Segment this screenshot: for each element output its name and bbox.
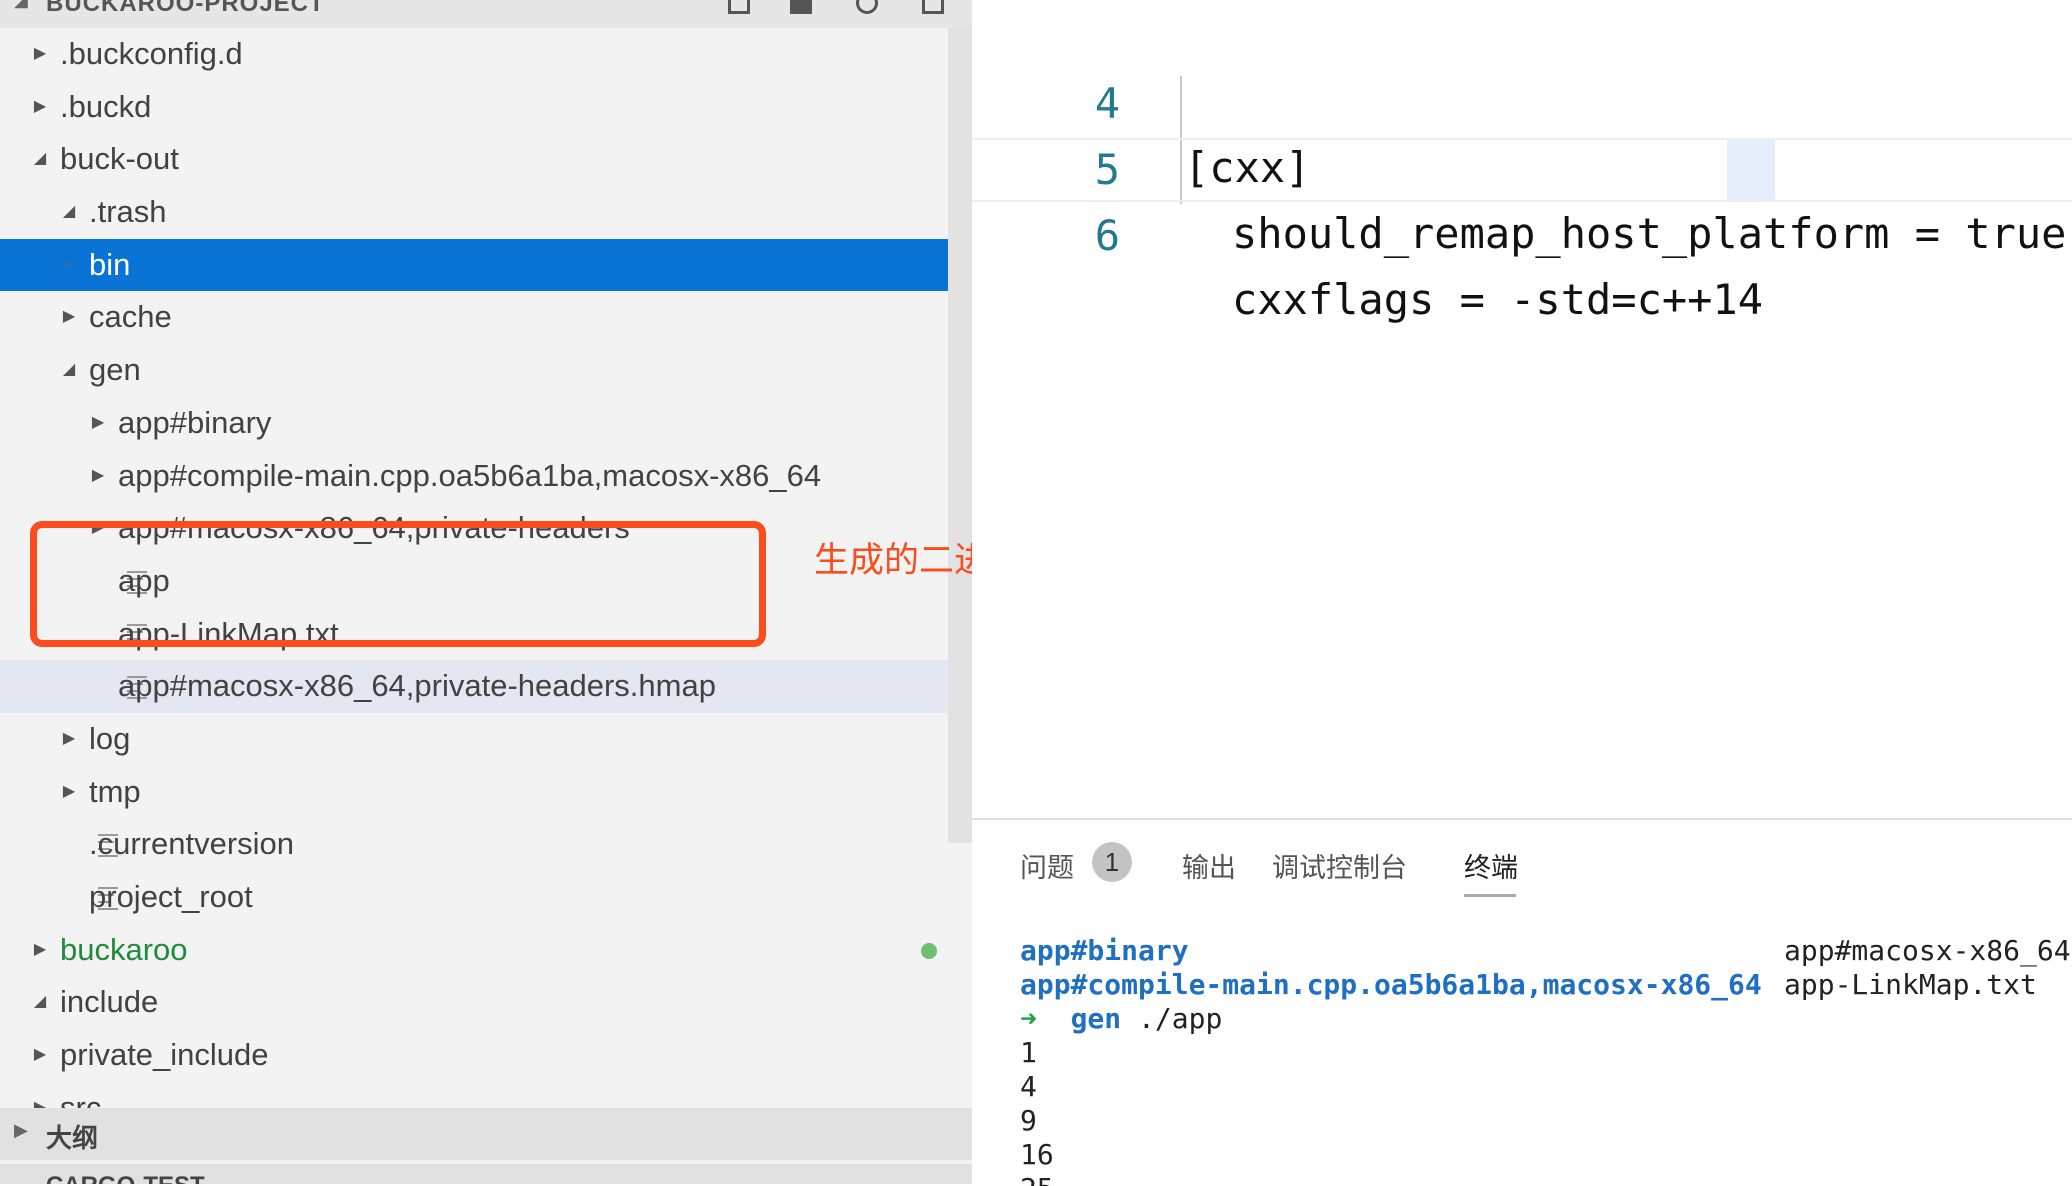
expanded-chevron-icon[interactable]: ◢	[59, 186, 79, 238]
code-editor[interactable]: 4 [cxx] 5 should_remap_host_platform = t…	[972, 0, 2072, 818]
tree-file-row[interactable]: .currentversion	[0, 818, 948, 871]
collapsed-chevron-icon[interactable]: ▶	[30, 924, 50, 976]
tree-item-label: app#macosx-x86_64,private-headers.hmap	[118, 668, 716, 704]
tree-folder-row[interactable]: ▶ tmp	[0, 766, 948, 819]
terminal-output-line: 1	[1020, 1036, 1037, 1069]
tree-item-label: .buckconfig.d	[60, 36, 243, 71]
tree-item-label: .trash	[89, 194, 167, 230]
tree-folder-row[interactable]: ◢ include	[0, 976, 948, 1029]
tree-folder-row[interactable]: ▶ app#compile-main.cpp.oa5b6a1ba,macosx-x…	[0, 450, 948, 503]
terminal-output-line: 4	[1020, 1070, 1037, 1103]
tree-item-label: include	[60, 984, 159, 1020]
explorer-header[interactable]: ◢ BUCKAROO-PROJECT	[0, 0, 972, 28]
tab-terminal[interactable]: 终端	[1464, 846, 1518, 885]
tree-folder-row[interactable]: ◢ gen	[0, 344, 948, 397]
tree-folder-row[interactable]: ▶ buckaroo	[0, 924, 948, 977]
tree-folder-row[interactable]: ◢ buck-out	[0, 133, 948, 186]
annotation-highlight-box	[30, 521, 766, 647]
code-line[interactable]: 5 should_remap_host_platform = true	[972, 74, 2072, 258]
outline-title: 大纲	[46, 1123, 99, 1153]
cargo-test-section-header[interactable]: CARGO-TEST	[0, 1164, 972, 1184]
tree-item-label: app#binary	[118, 404, 272, 440]
collapsed-chevron-icon[interactable]: ▶	[59, 766, 79, 818]
expand-chevron-icon[interactable]: ▶	[14, 1120, 28, 1141]
code-line-current[interactable]: 6 cxxflags = -std=c++14	[972, 138, 2072, 324]
tree-folder-row[interactable]: ▶ log	[0, 713, 948, 766]
explorer-title: BUCKAROO-PROJECT	[46, 0, 325, 17]
collapsed-chevron-icon[interactable]: ▶	[30, 28, 50, 80]
tree-item-label: project_root	[89, 879, 253, 914]
tree-folder-row[interactable]: ▶ cache	[0, 291, 948, 344]
tree-folder-row[interactable]: ◢ .trash	[0, 186, 948, 239]
prompt-command: ./app	[1138, 1002, 1223, 1035]
collapse-chevron-icon[interactable]: ◢	[14, 0, 29, 11]
tree-folder-row[interactable]: ▶ .buckconfig.d	[0, 28, 948, 81]
tree-item-label: .currentversion	[89, 826, 295, 862]
tree-folder-row[interactable]: ▶ private_include	[0, 1029, 948, 1082]
tree-item-label: .buckd	[60, 88, 152, 124]
tab-debug-console[interactable]: 调试控制台	[1272, 846, 1407, 885]
expanded-chevron-icon[interactable]: ◢	[30, 976, 50, 1028]
terminal-line: app#binary	[1020, 934, 1189, 967]
tree-item-label: buckaroo	[60, 931, 188, 967]
prompt-directory: gen	[1070, 1002, 1122, 1035]
tree-item-label: app#compile-main.cpp.oa5b6a1ba,macosx-x8…	[118, 457, 822, 493]
tree-folder-row[interactable]: ▶ app#binary	[0, 397, 948, 450]
collapsed-chevron-icon[interactable]: ▶	[88, 397, 108, 449]
terminal-prompt-line: ➜ gen ./app	[1020, 1002, 1222, 1036]
line-text: should_remap_host_platform = true	[1232, 209, 2067, 258]
bottom-panel: 问题 1 输出 调试控制台 终端 app#binary app#macosx-x…	[972, 818, 2072, 1186]
tree-item-label: gen	[89, 352, 141, 388]
collapsed-chevron-icon[interactable]: ▶	[59, 713, 79, 765]
collapsed-chevron-icon[interactable]: ▶	[59, 291, 79, 343]
new-file-icon[interactable]	[728, 0, 750, 14]
new-folder-icon[interactable]	[790, 0, 812, 14]
tree-folder-row[interactable]: ▶ bin	[0, 238, 948, 292]
collapsed-chevron-icon[interactable]: ▶	[30, 1029, 50, 1081]
tree-folder-row[interactable]: ▶ .buckd	[0, 81, 948, 134]
expanded-chevron-icon[interactable]: ◢	[30, 133, 50, 185]
terminal-line: app-LinkMap.txt	[1784, 968, 2037, 1001]
outline-section-header[interactable]: ▶ 大纲	[0, 1108, 972, 1160]
tree-item-label: private_include	[60, 1037, 269, 1073]
active-tab-indicator	[1464, 894, 1516, 897]
collapse-all-icon[interactable]	[922, 0, 944, 14]
terminal-output-line: 9	[1020, 1104, 1037, 1137]
tree-file-row[interactable]: app#macosx-x86_64,private-headers.hmap	[0, 660, 948, 713]
tree-item-label: cache	[89, 299, 172, 335]
expanded-chevron-icon[interactable]: ◢	[59, 344, 79, 396]
refresh-icon[interactable]	[856, 0, 878, 14]
git-status-dot	[921, 942, 937, 959]
terminal-line: app#macosx-x86_64	[1784, 934, 2071, 967]
tab-output[interactable]: 输出	[1182, 846, 1236, 885]
line-text: cxxflags = -std=c++14	[1232, 275, 1764, 324]
tree-item-label: bin	[89, 246, 131, 282]
tree-item-label: tmp	[89, 773, 141, 809]
tree-item-label: buck-out	[60, 141, 179, 177]
tree-item-label: log	[89, 720, 131, 756]
terminal-line: app#compile-main.cpp.oa5b6a1ba,macosx-x8…	[1020, 968, 1762, 1001]
tab-problems[interactable]: 问题	[1020, 846, 1074, 885]
collapsed-chevron-icon[interactable]: ▶	[59, 239, 79, 291]
terminal-output-line: 16	[1020, 1138, 1054, 1171]
prompt-arrow-icon: ➜	[1020, 1002, 1037, 1035]
problems-count-badge: 1	[1092, 842, 1132, 882]
tree-file-row[interactable]: project_root	[0, 871, 948, 924]
collapsed-chevron-icon[interactable]: ▶	[30, 81, 50, 133]
code-line[interactable]: 4 [cxx]	[972, 8, 2072, 192]
collapsed-chevron-icon[interactable]: ▶	[88, 450, 108, 502]
explorer-scrollbar[interactable]	[948, 28, 972, 843]
cargo-test-title: CARGO-TEST	[46, 1172, 205, 1184]
line-number: 6	[1094, 211, 1120, 260]
